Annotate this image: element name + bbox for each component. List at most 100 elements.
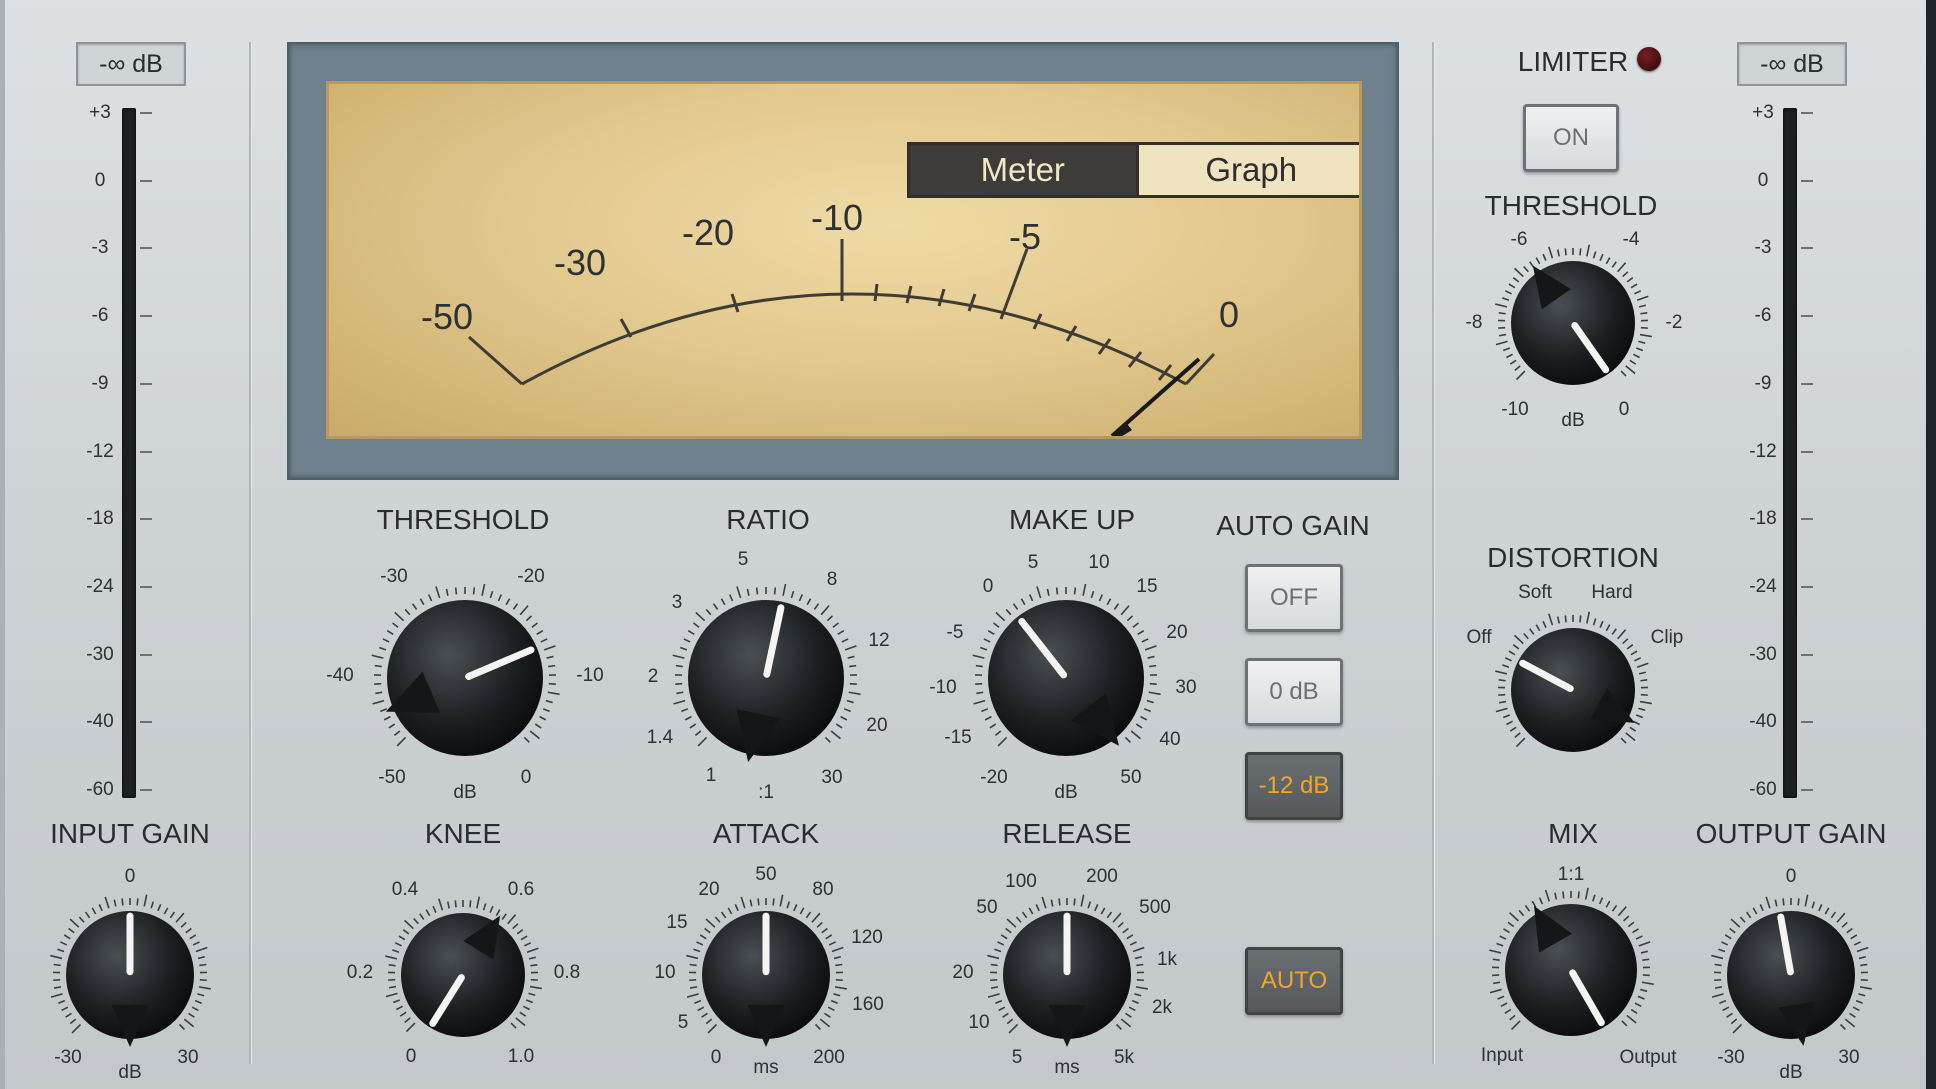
mix-label: MIX: [1548, 818, 1598, 849]
attack-label: ATTACK: [712, 818, 820, 849]
knob-tick: [798, 594, 803, 602]
knob-tick: [1841, 921, 1848, 928]
knob-tick: [1562, 891, 1565, 899]
makeup-mark: 30: [1175, 677, 1197, 698]
knob-tick: [1611, 261, 1617, 268]
knob-tick: [1141, 638, 1149, 643]
knob-tick: [707, 1023, 718, 1034]
input-gain-knob[interactable]: [36, 881, 224, 1069]
input-scale-tick: [140, 112, 152, 114]
threshold-knob[interactable]: [357, 570, 573, 786]
knee-knob[interactable]: [371, 883, 555, 1067]
knob-tick: [1535, 257, 1541, 265]
knob-tick: [1638, 671, 1647, 675]
knob-tick: [1548, 613, 1554, 626]
ratio-mark: 3: [671, 592, 683, 613]
knob-tick: [405, 1022, 416, 1033]
knob-tick: [799, 907, 805, 915]
knee-mark: 0.6: [507, 879, 535, 900]
knob-tick: [454, 900, 457, 908]
release-mark: 100: [1005, 871, 1037, 892]
release-unit: ms: [1054, 1057, 1080, 1078]
knob-tick: [396, 1005, 403, 1011]
knob-tick: [1021, 911, 1028, 919]
knob-tick: [1518, 909, 1525, 917]
knob-tick: [1538, 897, 1544, 905]
knob-tick: [1146, 699, 1154, 704]
knob-tick: [1020, 598, 1026, 606]
distortion-knob[interactable]: [1481, 598, 1665, 782]
vu-label-minus5: -5: [1009, 216, 1042, 257]
knob-tick: [1113, 603, 1120, 610]
knob-tick: [411, 603, 418, 610]
output-scale-label: -9: [1754, 372, 1772, 394]
attack-mark: 160: [852, 994, 884, 1015]
ratio-knob[interactable]: [658, 570, 874, 786]
knob-tick: [831, 946, 844, 953]
knob-tick: [1498, 678, 1506, 682]
knob-tick: [1599, 620, 1604, 628]
vu-tick: [619, 318, 633, 338]
tab-graph[interactable]: Graph: [1135, 145, 1359, 195]
knob-tick: [981, 708, 989, 713]
mix-knob[interactable]: [1475, 874, 1667, 1066]
knob-tick: [523, 736, 530, 743]
knob-body: [387, 600, 543, 756]
threshold-unit: dB: [453, 782, 477, 803]
knob-tick: [1853, 941, 1861, 946]
vu-label-minus20: -20: [682, 212, 735, 253]
auto-gain-0db-button[interactable]: 0 dB: [1245, 658, 1343, 726]
limiter-led-indicator: [1637, 47, 1661, 71]
knob-tick: [1739, 916, 1746, 923]
knob-tick: [1135, 723, 1143, 729]
threshold-mark: 0: [520, 767, 532, 788]
limiter-label: LIMITER: [1517, 46, 1629, 77]
knob-tick: [388, 985, 397, 989]
knob-tick: [989, 723, 997, 729]
auto-gain-off-button[interactable]: OFF: [1245, 564, 1343, 632]
knob-tick: [1128, 1006, 1136, 1012]
knob-tick: [1136, 963, 1144, 967]
knob-tick: [689, 963, 697, 967]
knob-tick: [746, 588, 750, 596]
knob-tick: [1008, 1023, 1019, 1034]
knob-tick: [1850, 934, 1858, 940]
input-scale-label: -6: [91, 305, 109, 327]
knob-tick: [1636, 295, 1649, 301]
tab-meter[interactable]: Meter: [910, 145, 1136, 195]
makeup-mark: 50: [1120, 767, 1142, 788]
knob-tick: [388, 963, 396, 967]
knob-tick: [1718, 948, 1726, 953]
release-knob[interactable]: [973, 881, 1161, 1069]
knob-tick: [1745, 911, 1752, 919]
knob-tick: [1006, 918, 1017, 928]
limiter-threshold-knob[interactable]: [1481, 231, 1665, 415]
knob-tick: [1149, 664, 1157, 668]
vu-tick: [967, 293, 977, 312]
knob-tick: [1012, 603, 1019, 610]
auto-gain-minus12db-button[interactable]: -12 dB: [1245, 752, 1343, 820]
knob-tick: [382, 638, 390, 643]
knob-tick: [1502, 297, 1510, 301]
vu-tick-minus5: [999, 248, 1029, 320]
knob-tick: [1513, 267, 1524, 278]
input-level-readout: -∞ dB: [76, 42, 186, 86]
makeup-mark: -20: [980, 767, 1008, 788]
knob-tick: [91, 907, 97, 915]
auto-release-button[interactable]: AUTO: [1245, 947, 1343, 1015]
knob-tick: [1605, 900, 1611, 908]
vu-tick: [937, 288, 946, 307]
knob-tick: [1504, 657, 1512, 662]
knob-tick: [830, 730, 841, 740]
limiter-on-button[interactable]: ON: [1523, 104, 1619, 172]
attack-knob[interactable]: [672, 881, 860, 1069]
makeup-knob[interactable]: [958, 570, 1174, 786]
knob-tick: [1498, 700, 1507, 704]
knob-tick: [1556, 616, 1560, 624]
knob-tick: [806, 598, 812, 606]
knob-tick: [372, 699, 385, 705]
knob-tick: [1125, 1012, 1132, 1018]
knob-tick: [526, 947, 539, 953]
output-gain-knob[interactable]: [1697, 881, 1885, 1069]
knee-mark: 1.0: [507, 1046, 535, 1067]
